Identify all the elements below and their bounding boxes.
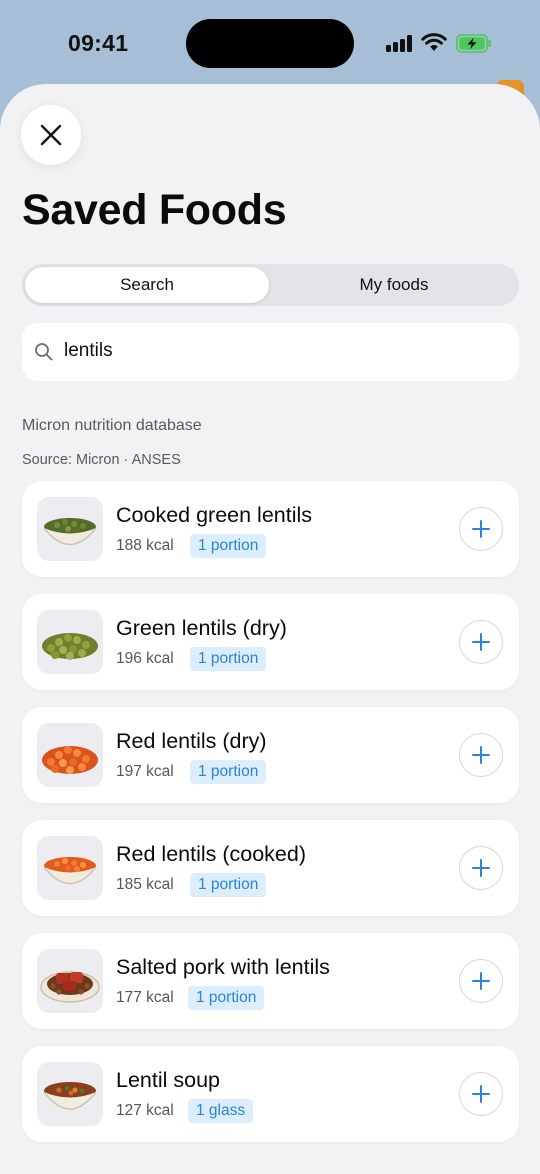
food-name: Red lentils (dry) <box>116 729 267 753</box>
food-kcal: 196 kcal <box>116 650 174 667</box>
close-icon <box>40 124 62 146</box>
segmented-control: Search My foods <box>22 264 519 306</box>
add-food-button[interactable] <box>459 846 503 890</box>
portion-badge: 1 glass <box>188 1099 254 1123</box>
tab-search[interactable]: Search <box>25 267 269 303</box>
food-card[interactable]: Cooked green lentils 188 kcal 1 portion <box>22 481 519 577</box>
plus-icon <box>472 633 490 651</box>
add-food-button[interactable] <box>459 507 503 551</box>
database-label: Micron nutrition database <box>22 417 202 434</box>
status-time: 09:41 <box>68 30 129 56</box>
food-kcal: 177 kcal <box>116 989 174 1006</box>
battery-charging-icon <box>456 34 491 53</box>
green-lentils-bowl-icon <box>37 497 103 561</box>
food-kcal: 188 kcal <box>116 537 174 554</box>
tab-my-foods[interactable]: My foods <box>272 267 516 303</box>
cellular-signal-icon <box>386 35 414 52</box>
add-food-button[interactable] <box>459 1072 503 1116</box>
add-food-button[interactable] <box>459 733 503 777</box>
food-kcal: 185 kcal <box>116 876 174 893</box>
dynamic-island <box>186 19 354 68</box>
food-name: Cooked green lentils <box>116 503 313 527</box>
saved-foods-sheet: Saved Foods Search My foods lentils Micr… <box>0 84 540 1174</box>
food-card[interactable]: Red lentils (cooked) 185 kcal 1 portion <box>22 820 519 916</box>
page-title: Saved Foods <box>22 186 287 234</box>
add-food-button[interactable] <box>459 959 503 1003</box>
food-list: Cooked green lentils 188 kcal 1 portion <box>22 481 519 1159</box>
source-label: Source: Micron · ANSES <box>22 452 181 468</box>
add-food-button[interactable] <box>459 620 503 664</box>
pork-lentils-plate-icon <box>37 949 103 1013</box>
food-kcal: 127 kcal <box>116 1102 174 1119</box>
status-bar: 09:41 <box>0 0 540 84</box>
food-name: Lentil soup <box>116 1068 220 1092</box>
plus-icon <box>472 520 490 538</box>
search-icon <box>35 343 53 361</box>
food-card[interactable]: Salted pork with lentils 177 kcal 1 port… <box>22 933 519 1029</box>
portion-badge: 1 portion <box>190 760 267 784</box>
portion-badge: 1 portion <box>190 534 267 558</box>
food-name: Salted pork with lentils <box>116 955 330 979</box>
plus-icon <box>472 1085 490 1103</box>
search-input[interactable]: lentils <box>64 340 484 362</box>
wifi-icon <box>421 33 447 51</box>
food-card[interactable]: Lentil soup 127 kcal 1 glass <box>22 1046 519 1142</box>
portion-badge: 1 portion <box>190 647 267 671</box>
green-lentils-pile-icon <box>37 610 103 674</box>
portion-badge: 1 portion <box>188 986 265 1010</box>
plus-icon <box>472 859 490 877</box>
food-kcal: 197 kcal <box>116 763 174 780</box>
search-field[interactable]: lentils <box>22 323 519 381</box>
red-lentils-bowl-icon <box>37 836 103 900</box>
plus-icon <box>472 972 490 990</box>
plus-icon <box>472 746 490 764</box>
food-name: Red lentils (cooked) <box>116 842 307 866</box>
food-card[interactable]: Red lentils (dry) 197 kcal 1 portion <box>22 707 519 803</box>
close-button[interactable] <box>21 105 81 165</box>
lentil-soup-bowl-icon <box>37 1062 103 1126</box>
red-lentils-pile-icon <box>37 723 103 787</box>
portion-badge: 1 portion <box>190 873 267 897</box>
food-card[interactable]: Green lentils (dry) 196 kcal 1 portion <box>22 594 519 690</box>
food-name: Green lentils (dry) <box>116 616 287 640</box>
